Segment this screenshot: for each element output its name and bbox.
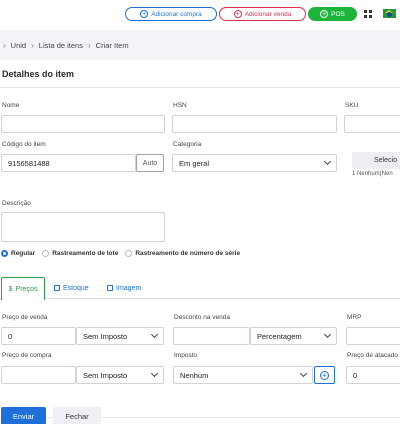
tax-value: Nenhum (180, 370, 209, 380)
brazil-flag-icon[interactable] (383, 9, 396, 18)
chevron-right-icon: › (31, 40, 34, 50)
tab-stock-label: Estoque (63, 284, 89, 292)
category-value: Em geral (179, 158, 210, 168)
chevron-right-icon: › (3, 40, 6, 50)
radio-unselected-icon (125, 250, 133, 257)
close-button[interactable]: Fechar (53, 407, 101, 424)
name-label: Nome (2, 102, 20, 109)
item-tabs: $ Preços Estoque Imagem (0, 277, 400, 300)
radio-selected-icon (1, 250, 8, 257)
dollar-icon: $ (8, 285, 13, 293)
unit-note: 1 Nenhum(Nen (352, 171, 393, 177)
sku-input[interactable] (344, 115, 400, 133)
add-purchase-button[interactable]: + Adicionar compra (125, 7, 217, 21)
radio-unselected-icon (42, 250, 50, 257)
tax-label: Imposto (174, 352, 198, 359)
plus-circle-icon: + (140, 10, 149, 18)
radio-serial-label: Rastreamento de número de série (135, 250, 241, 257)
radio-batch-tracking[interactable]: Rastreamento de lote (42, 250, 118, 257)
purchase-price-input[interactable] (1, 366, 76, 384)
chevron-right-icon: › (87, 40, 91, 50)
top-bar: + Adicionar compra + Adicionar venda + P… (0, 0, 400, 28)
item-code-label: Código do item (2, 141, 46, 148)
radio-regular[interactable]: Regular (1, 250, 35, 257)
plus-circle-icon: + (320, 370, 329, 380)
pos-label: POS (331, 10, 345, 18)
hsn-input[interactable] (172, 115, 337, 133)
save-button[interactable]: Enviar (1, 407, 46, 424)
mrp-input[interactable] (346, 327, 400, 345)
sku-label: SKU (345, 102, 359, 109)
discount-input[interactable] (173, 327, 250, 345)
sale-tax-value: Sem Imposto (83, 331, 128, 341)
mrp-label: MRP (347, 314, 362, 321)
sale-price-label: Preço de venda (2, 314, 48, 321)
radio-batch-label: Rastreamento de lote (52, 250, 119, 257)
name-input[interactable] (1, 115, 165, 133)
chevron-down-icon (150, 369, 159, 378)
category-select[interactable]: Em geral (172, 154, 337, 172)
chevron-down-icon (299, 369, 308, 378)
category-label: Categoria (173, 141, 202, 148)
breadcrumb: › Unid › Lista de itens › Criar Item (0, 30, 400, 60)
sale-price-input[interactable]: 0 (1, 327, 76, 345)
tab-image[interactable]: Imagem (107, 277, 141, 299)
description-label: Descrição (2, 200, 31, 207)
plus-circle-icon: + (233, 10, 242, 18)
sale-tax-select[interactable]: Sem Imposto (76, 327, 164, 345)
pos-button[interactable]: + POS (308, 7, 357, 21)
discount-type-value: Percentagem (257, 331, 302, 341)
box-icon (54, 285, 60, 291)
add-sale-label: Adicionar venda (244, 10, 292, 18)
apps-grid-icon[interactable] (364, 10, 372, 18)
page-title: Detalhes do item (2, 69, 75, 79)
plus-circle-icon: + (320, 10, 329, 18)
tax-select[interactable]: Nenhum (173, 366, 313, 384)
add-tax-button[interactable]: + (314, 366, 335, 384)
chevron-down-icon (323, 330, 332, 339)
image-icon (107, 285, 113, 291)
wholesale-price-label: Preço de atacado (347, 352, 398, 359)
purchase-tax-select[interactable]: Sem Imposto (76, 366, 164, 384)
add-sale-button[interactable]: + Adicionar venda (219, 7, 306, 21)
tab-prices[interactable]: $ Preços (1, 277, 45, 300)
item-code-input[interactable]: 9156581488 (1, 154, 136, 172)
description-textarea[interactable] (1, 212, 165, 242)
discount-type-select[interactable]: Percentagem (250, 327, 337, 345)
tab-stock[interactable]: Estoque (54, 277, 89, 299)
radio-serial-tracking[interactable]: Rastreamento de número de série (125, 250, 240, 257)
hsn-label: HSN (173, 102, 187, 109)
breadcrumb-item-list[interactable]: Lista de itens (39, 41, 83, 50)
tab-image-label: Imagem (116, 284, 142, 292)
purchase-price-label: Preço de compra (2, 352, 52, 359)
tab-prices-label: Preços (15, 285, 38, 293)
tracking-options: Regular Rastreamento de lote Rastreament… (1, 250, 240, 257)
auto-code-button[interactable]: Auto (136, 154, 164, 172)
select-unit-button[interactable]: Selecio (352, 152, 400, 169)
wholesale-price-input[interactable]: 0 (346, 366, 400, 384)
chevron-down-icon (150, 330, 159, 339)
purchase-tax-value: Sem Imposto (83, 370, 128, 380)
divider (0, 87, 400, 88)
add-purchase-label: Adicionar compra (151, 10, 202, 18)
breadcrumb-item-unid[interactable]: Unid (11, 41, 26, 50)
discount-label: Desconto na venda (174, 314, 231, 321)
chevron-down-icon (323, 157, 332, 166)
breadcrumb-item-current: Criar Item (95, 40, 129, 50)
radio-regular-label: Regular (11, 250, 36, 257)
